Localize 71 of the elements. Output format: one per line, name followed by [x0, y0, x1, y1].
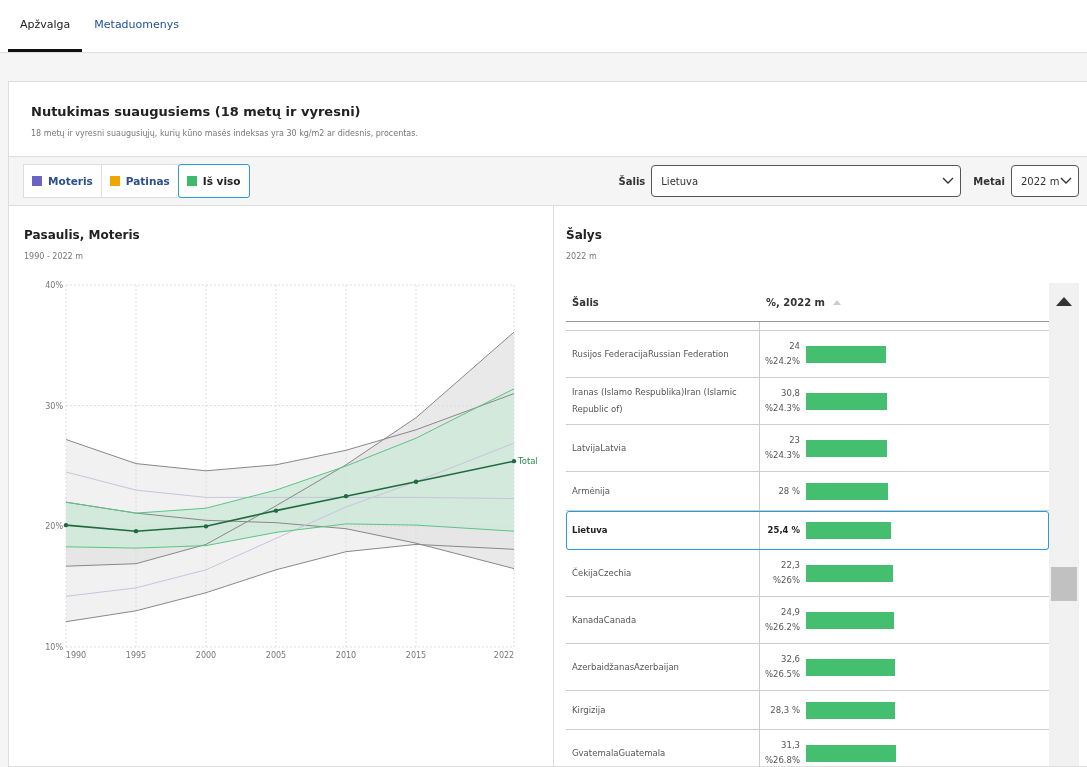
data-point — [343, 493, 349, 499]
value-text: 32,6 %26.5% — [763, 653, 800, 681]
axis-tick-label: 2022 — [493, 651, 515, 660]
value-text: 24 %24.2% — [763, 340, 800, 368]
table-row[interactable]: GvatemalaGuatemala 31,3 %26.8% — [566, 730, 1049, 767]
panel-title: Šalys — [566, 228, 603, 242]
scroll-up-icon[interactable] — [1056, 297, 1072, 306]
panel-title: Pasaulis, Moteris — [24, 228, 141, 242]
table-row[interactable]: Kirgizija 28,3 % — [566, 691, 1049, 730]
card-subtitle: 18 metų ir vyresni suaugusiųjų, kurių kūno masės indeksas yra 30 kg/m2 ar didesnis, procentas. — [31, 129, 419, 138]
country-name: Lietuva — [572, 523, 608, 537]
axis-tick-label: 1990 — [65, 651, 87, 660]
data-point — [133, 528, 139, 534]
axis-tick-label: 40% — [45, 281, 63, 290]
card-title: Nutukimas suaugusiems (18 metų ir vyresni) — [31, 104, 362, 119]
axis-tick-label: 2005 — [265, 651, 287, 660]
table-row[interactable]: Iranas (Islamo Respublika)Iran (Islamic Republic of) 30,8 %24.3% — [566, 378, 1049, 425]
scrollbar[interactable] — [1049, 283, 1079, 766]
axis-tick-label: 2000 — [195, 651, 217, 660]
country-name: Iranas (Islamo Respublika)Iran (Islamic Republic of) — [572, 386, 738, 416]
country-name: ČekijaCzechia — [572, 566, 632, 580]
chevron-down-icon — [942, 177, 955, 185]
table-row[interactable]: LatvijaLatvia 23 %24.3% — [566, 425, 1049, 472]
axis-tick-label: 10% — [45, 643, 63, 652]
legend-toggle[interactable]: Moteris — [23, 164, 102, 198]
data-point — [511, 458, 517, 464]
value-text: 22,3 %26% — [772, 559, 800, 587]
data-point — [203, 524, 209, 529]
country-name: KanadaCanada — [572, 613, 637, 627]
axis-tick-label: 2010 — [335, 651, 357, 660]
data-point — [413, 479, 419, 484]
table-row[interactable]: Lietuva 25,4 % — [566, 511, 1049, 550]
value-text: 25,4 % — [766, 523, 800, 537]
chevron-down-icon — [1060, 177, 1072, 185]
country-name: LatvijaLatvia — [572, 441, 627, 455]
dropdown[interactable]: 2022 m — [1011, 165, 1079, 197]
axis-tick-label: 2015 — [405, 651, 427, 660]
value-text: 28,3 % — [769, 703, 800, 717]
series-label: Total — [518, 456, 538, 467]
axis-tick-label: 30% — [45, 401, 63, 411]
filter-label: Metai — [973, 175, 1005, 187]
table-row[interactable]: Rusijos FederacijaRussian Federation 24 %24.2% — [566, 331, 1049, 378]
value-text: 28 % — [777, 484, 800, 498]
country-name: Armėnija — [572, 484, 610, 498]
data-point — [273, 508, 279, 513]
panel-subtitle: 2022 m — [566, 252, 598, 261]
table-row[interactable]: AzerbaidžanasAzerbaijan 32,6 %26.5% — [566, 644, 1049, 691]
column-header[interactable]: Šalis — [572, 296, 599, 308]
legend-toggle[interactable]: Patinas — [100, 164, 179, 198]
country-name: AzerbaidžanasAzerbaijan — [572, 660, 679, 674]
data-point — [63, 522, 69, 528]
column-header[interactable]: %, 2022 m — [766, 296, 826, 308]
country-name: Kirgizija — [572, 703, 606, 717]
table-row[interactable]: KanadaCanada 24,9 %26.2% — [566, 597, 1049, 644]
dropdown[interactable]: Lietuva — [651, 165, 962, 197]
panel-subtitle: 1990 - 2022 m — [24, 252, 85, 261]
table-row[interactable]: ČekijaCzechia 22,3 %26% — [566, 550, 1049, 597]
country-name: Rusijos FederacijaRussian Federation — [572, 347, 729, 361]
table-row[interactable]: Armėnija 28 % — [566, 472, 1049, 511]
value-text: 30,8 %24.3% — [763, 387, 800, 415]
tab[interactable]: Metaduomenys — [82, 0, 191, 52]
filter-label: Šalis — [618, 175, 646, 187]
axis-tick-label: 20% — [45, 522, 63, 532]
scrollbar-thumb[interactable] — [1051, 567, 1077, 601]
value-text: 31,3 %26.8% — [763, 739, 800, 767]
value-text: 23 %24.3% — [763, 434, 800, 462]
value-text: 24,9 %26.2% — [763, 606, 800, 634]
country-name: GvatemalaGuatemala — [572, 746, 666, 760]
axis-tick-label: 1995 — [125, 651, 147, 660]
sort-ascending-icon — [833, 299, 842, 305]
legend-toggle[interactable]: Iš viso — [177, 164, 250, 198]
